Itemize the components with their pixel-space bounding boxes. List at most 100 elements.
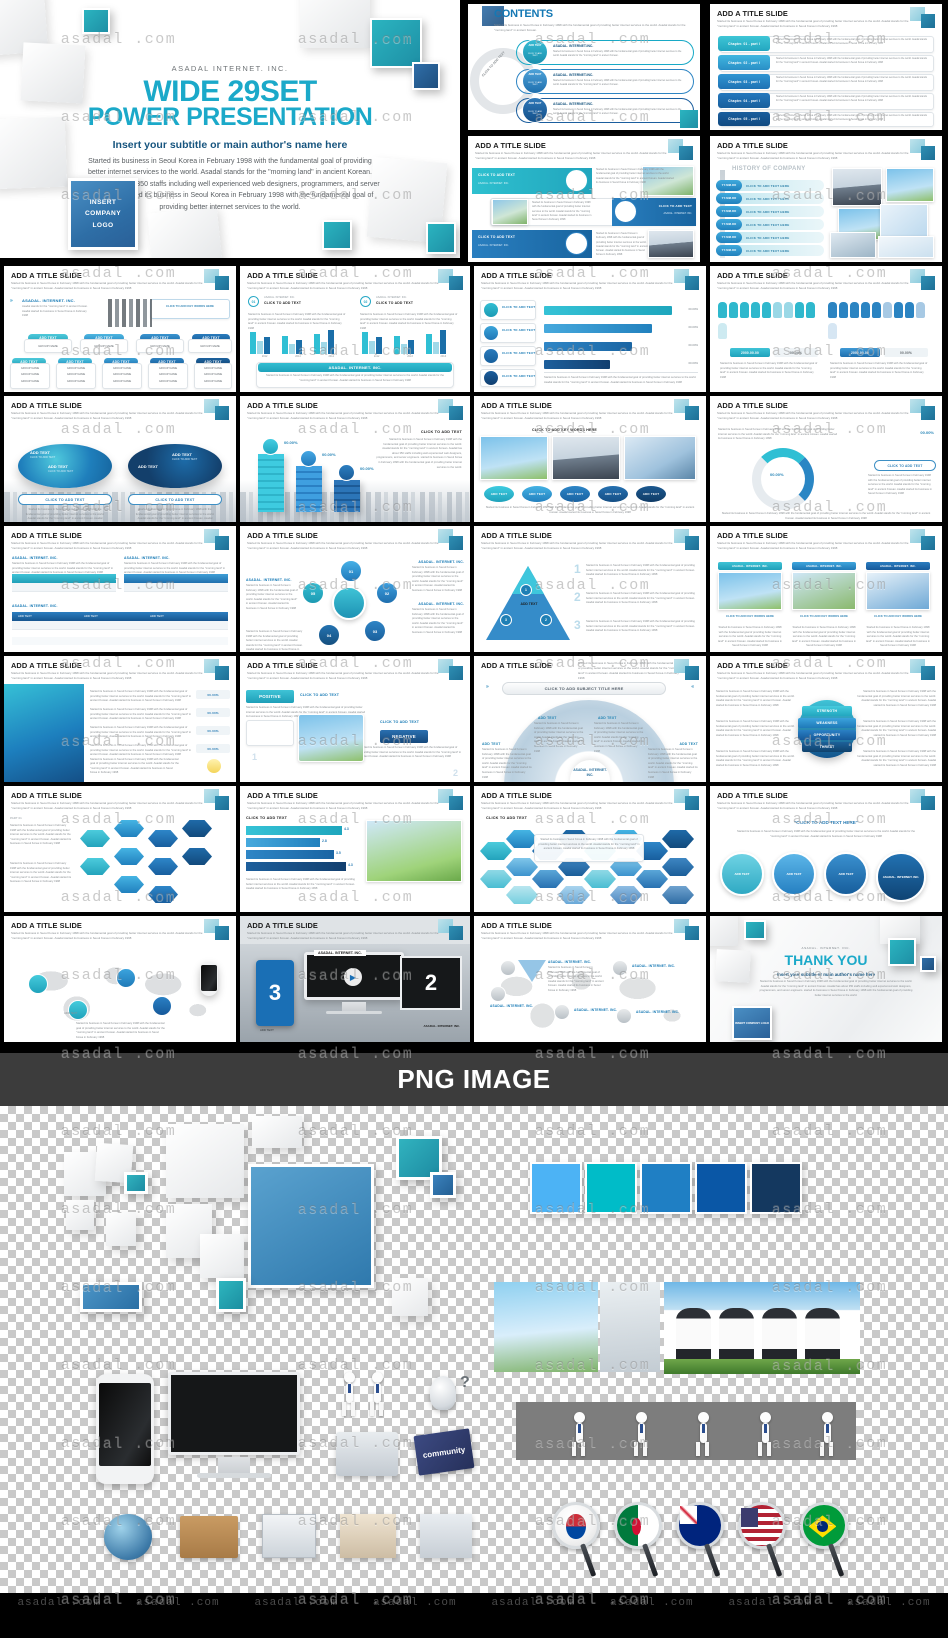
slide-thumb-hexmap[interactable]: ADD A TITLE SLIDE Started its business i… [4, 786, 236, 912]
slide-thumb-people-chart[interactable]: ADD A TITLE SLIDE Started its business i… [710, 266, 942, 392]
history-photo [830, 232, 876, 258]
slide-thumb-photos[interactable]: ADD A TITLE SLIDE Started its business i… [474, 396, 706, 522]
icon-row-band[interactable]: CLICK TO ADD TEXT ASADAL. INTERNET. INC. [472, 168, 592, 194]
contents-row[interactable]: ADD TEXT CLICK TO ADD TEXT ASADAL. INTER… [516, 69, 694, 94]
slide-thumb-swot[interactable]: ADD A TITLE SLIDE Started its business i… [710, 656, 942, 782]
slide-thumb-circles[interactable]: ADD A TITLE SLIDE Started its business i… [710, 786, 942, 912]
contents-row[interactable]: ADD TEXT CLICK TO ADD TEXT ASADAL. INTER… [516, 40, 694, 65]
slide-thumb-cycle[interactable]: ADD A TITLE SLIDE Started its business i… [240, 526, 470, 652]
slide-thumb-posneg[interactable]: ADD A TITLE SLIDE Started its business i… [240, 656, 470, 782]
slide-thumb-hbar2[interactable]: ADD A TITLE SLIDE Started its business i… [240, 786, 470, 912]
table-caption: ASADAL. INTERNET. INC. [12, 556, 58, 560]
photo-badge: ADD TEXT [560, 486, 590, 502]
keyword-box[interactable] [150, 299, 230, 319]
cycle-node[interactable]: 01 [340, 560, 362, 582]
circle-node[interactable]: ADD TEXT [772, 852, 816, 896]
swot-item[interactable]: STRENGTH [802, 706, 852, 716]
corner-decor [204, 269, 230, 291]
map-node-icon[interactable] [152, 996, 172, 1016]
pyramid-node[interactable]: 3 [500, 614, 512, 626]
map-node-icon[interactable] [68, 1000, 88, 1020]
slide-thumb-fan[interactable]: ADD A TITLE SLIDE Started its business i… [474, 656, 706, 782]
slide-thumb-history[interactable]: ADD A TITLE SLIDE Started its business i… [710, 136, 942, 262]
gauge-cta[interactable]: CLICK TO ADD TEXT [874, 460, 936, 471]
chapter-body: Started its business in Seoul Korea in F… [776, 114, 930, 122]
png-teal-square [216, 1278, 246, 1312]
corner-decor [674, 269, 700, 291]
people-pct: 00.00% [884, 348, 928, 357]
swot-item[interactable]: OPPORTUNITY [798, 730, 856, 740]
contents-row[interactable]: ADD TEXT CLICK TO ADD TEXT ASADAL. INTER… [516, 98, 694, 123]
row-cta: CLICK TO ADD TEXT [478, 173, 515, 177]
cycle-node[interactable]: 02 [376, 582, 398, 604]
positive-label: POSITIVE [246, 690, 294, 703]
stack-pin-icon [262, 438, 279, 455]
slide-thumb-video[interactable]: ADD A TITLE SLIDE Started its business i… [240, 916, 470, 1042]
thankyou-subtitle: Insert your subtitle or main author's na… [710, 972, 942, 977]
slide-thumb-photo3[interactable]: ADD A TITLE SLIDE Started its business i… [710, 526, 942, 652]
slide-thumb-hexgrid[interactable]: ADD A TITLE SLIDE Started its business i… [474, 786, 706, 912]
slide-thumb-worldnet[interactable]: ADD A TITLE SLIDE Started its business i… [4, 916, 236, 1042]
slide-thumb-hbar[interactable]: ADD A TITLE SLIDE Started its business i… [474, 266, 706, 392]
slide-thumb-stacks[interactable]: ADD A TITLE SLIDE Started its business i… [240, 396, 470, 522]
slide-thumb-barcharts[interactable]: ADD A TITLE SLIDE Started its business i… [240, 266, 470, 392]
people-icon-group [718, 302, 818, 342]
pie-label: ADD TEXT [138, 464, 158, 469]
slide-title: ADD A TITLE SLIDE [717, 141, 788, 150]
slide-thumb-pyramid[interactable]: ADD A TITLE SLIDE Started its business i… [474, 526, 706, 652]
swot-item[interactable]: WEAKNESS [798, 718, 856, 728]
stack-cta: CLICK TO ADD TEXT [421, 430, 462, 434]
circle-node[interactable]: ASADAL. INTERNET. INC. [876, 852, 926, 902]
slide-thumb-thankyou[interactable]: ASADAL. INTERNET. INC. THANK YOU Insert … [710, 916, 942, 1042]
circle-node[interactable]: ADD TEXT [824, 852, 868, 896]
pyramid-center-label: ADD TEXT [514, 602, 544, 607]
slide-thumb-pies[interactable]: ADD A TITLE SLIDE Started its business i… [4, 396, 236, 522]
slide-thumb-icon-rows[interactable]: ADD A TITLE SLIDE Started its business i… [468, 136, 700, 262]
slide-thumb-gauge[interactable]: ADD A TITLE SLIDE Started its business i… [710, 396, 942, 522]
slide-thumb-flagmap[interactable]: ADD A TITLE SLIDE Started its business i… [474, 916, 706, 1042]
history-photo [832, 168, 882, 206]
photo-badge: ADD TEXT [522, 486, 552, 502]
cycle-node[interactable]: 05 [302, 582, 324, 604]
pie-cta-button[interactable]: CLICK TO ADD TEXT [128, 494, 222, 505]
pyramid-node[interactable]: 2 [540, 614, 552, 626]
png-teal-square [124, 1172, 148, 1194]
slide-thumb-contents[interactable]: CONTENTS Started its business in Seoul K… [468, 4, 700, 130]
watermark: asadal .com [593, 1593, 712, 1613]
cycle-hub [332, 586, 366, 620]
slide-title: ADD A TITLE SLIDE [11, 401, 82, 410]
slide-thumb-chapters[interactable]: ADD A TITLE SLIDE Started its business i… [710, 4, 942, 130]
cycle-caption: ASADAL. INTERNET. INC. [418, 602, 464, 606]
png-monitor-mockup [168, 1372, 300, 1478]
slide-thumb-tables[interactable]: ADD A TITLE SLIDE Started its business i… [4, 526, 236, 652]
subject-title-bar[interactable]: CLICK TO ADD SUBJECT TITLE HERE [502, 682, 666, 695]
fan-label: ADD TEXT [679, 742, 698, 746]
contents-badge [522, 68, 548, 94]
flag-loupe-icon[interactable] [554, 1004, 570, 1020]
swot-item[interactable]: THREAT [802, 742, 852, 752]
circle-node[interactable]: ADD TEXT [720, 852, 764, 896]
pyramid-node[interactable]: 1 [520, 584, 532, 596]
gauge-value: 00.00% [770, 472, 784, 477]
flag-loupe-icon[interactable] [500, 960, 516, 976]
flag-loupe-icon[interactable] [616, 1008, 632, 1024]
flag-loupe-icon[interactable] [490, 986, 506, 1002]
hex-cell [182, 848, 212, 865]
cycle-node[interactable]: 04 [318, 624, 340, 646]
cycle-node[interactable]: 03 [364, 620, 386, 642]
play-button-icon[interactable]: ▶ [344, 968, 362, 986]
slide-thumb-ribbon[interactable]: ADD A TITLE SLIDE Started its business i… [4, 656, 236, 782]
chapter-body: Started its business in Seoul Korea in F… [776, 76, 930, 84]
insert-company-logo-box[interactable]: INSERT COMPANY LOGO [68, 178, 138, 250]
flag-caption: ASADAL. INTERNET. INC. [574, 1008, 617, 1012]
pie-cta-button[interactable]: CLICK TO ADD TEXT [18, 494, 112, 505]
map-node-icon[interactable] [28, 974, 48, 994]
map-node-icon[interactable] [116, 968, 136, 988]
insert-company-logo-box[interactable]: INSERT COMPANY LOGO [732, 1006, 772, 1040]
list-body: Started its business in Seoul Korea in F… [586, 564, 700, 578]
hero-slide[interactable]: ASADAL INTERNET. INC. WIDE 29SET POWER P… [0, 0, 460, 258]
icon-row-band[interactable]: CLICK TO ADD TEXT ASADAL. INTERNET. INC. [472, 230, 592, 258]
slide-thumb-orgchart[interactable]: ADD A TITLE SLIDE Started its business i… [4, 266, 236, 392]
icon-row-band[interactable]: CLICK TO ADD TEXT ASADAL. INTERNET. INC. [612, 198, 696, 226]
flag-loupe-icon[interactable] [612, 960, 628, 976]
